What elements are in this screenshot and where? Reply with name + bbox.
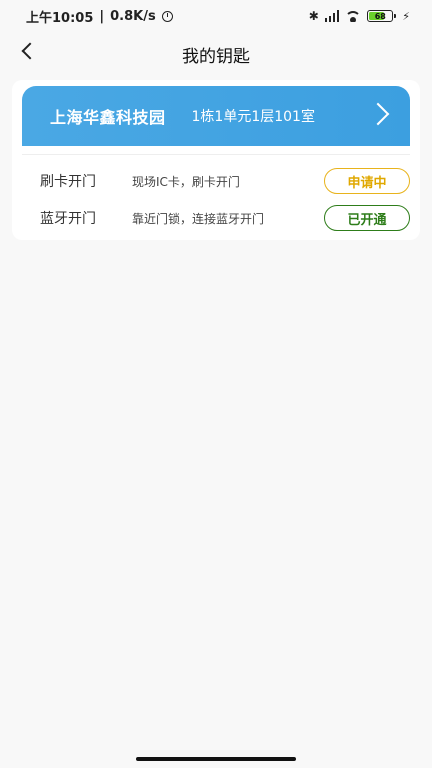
method-name: 蓝牙开门 [40,211,96,227]
method-desc: 现场IC卡，刷卡开门 [132,174,240,189]
network-speed: 0.8K/s [110,8,156,24]
alarm-icon [161,10,173,22]
back-button[interactable] [14,38,40,64]
status-bar: 上午10:05 | 0.8K/s ✱ 68 ⚡ [0,0,432,32]
bluetooth-icon: ✱ [308,9,319,23]
status-separator: | [99,8,105,24]
method-name: 刷卡开门 [40,174,96,190]
status-pill-open[interactable]: 已开通 [324,205,410,231]
wifi-icon [345,10,362,22]
nav-bar: 我的钥匙 [0,32,432,76]
battery-level: 68 [374,11,386,21]
status-left: 上午10:05 | 0.8K/s [26,7,173,26]
chevron-right-icon [366,102,390,126]
room-label: 1栋1单元1层101室 [191,109,315,125]
status-pill-pending[interactable]: 申请中 [324,168,410,194]
door-method-row-bluetooth: 蓝牙开门 靠近门锁，连接蓝牙开门 已开通 [40,204,410,232]
signal-icon [324,10,340,22]
home-indicator[interactable] [136,757,296,761]
charging-icon: ⚡ [402,9,410,23]
door-method-row-card: 刷卡开门 现场IC卡，刷卡开门 申请中 [40,167,410,195]
method-desc: 靠近门锁，连接蓝牙开门 [132,211,265,226]
status-right: ✱ 68 ⚡ [309,9,410,23]
key-banner[interactable]: 上海华鑫科技园 1栋1单元1层101室 [22,86,410,146]
divider [22,154,410,155]
park-name: 上海华鑫科技园 [50,108,166,127]
chevron-left-icon [21,42,39,60]
page-title: 我的钥匙 [182,46,250,67]
battery-icon: 68 [367,10,397,22]
status-time: 上午10:05 [26,10,94,26]
key-card: 上海华鑫科技园 1栋1单元1层101室 刷卡开门 现场IC卡，刷卡开门 申请中 … [12,80,420,240]
